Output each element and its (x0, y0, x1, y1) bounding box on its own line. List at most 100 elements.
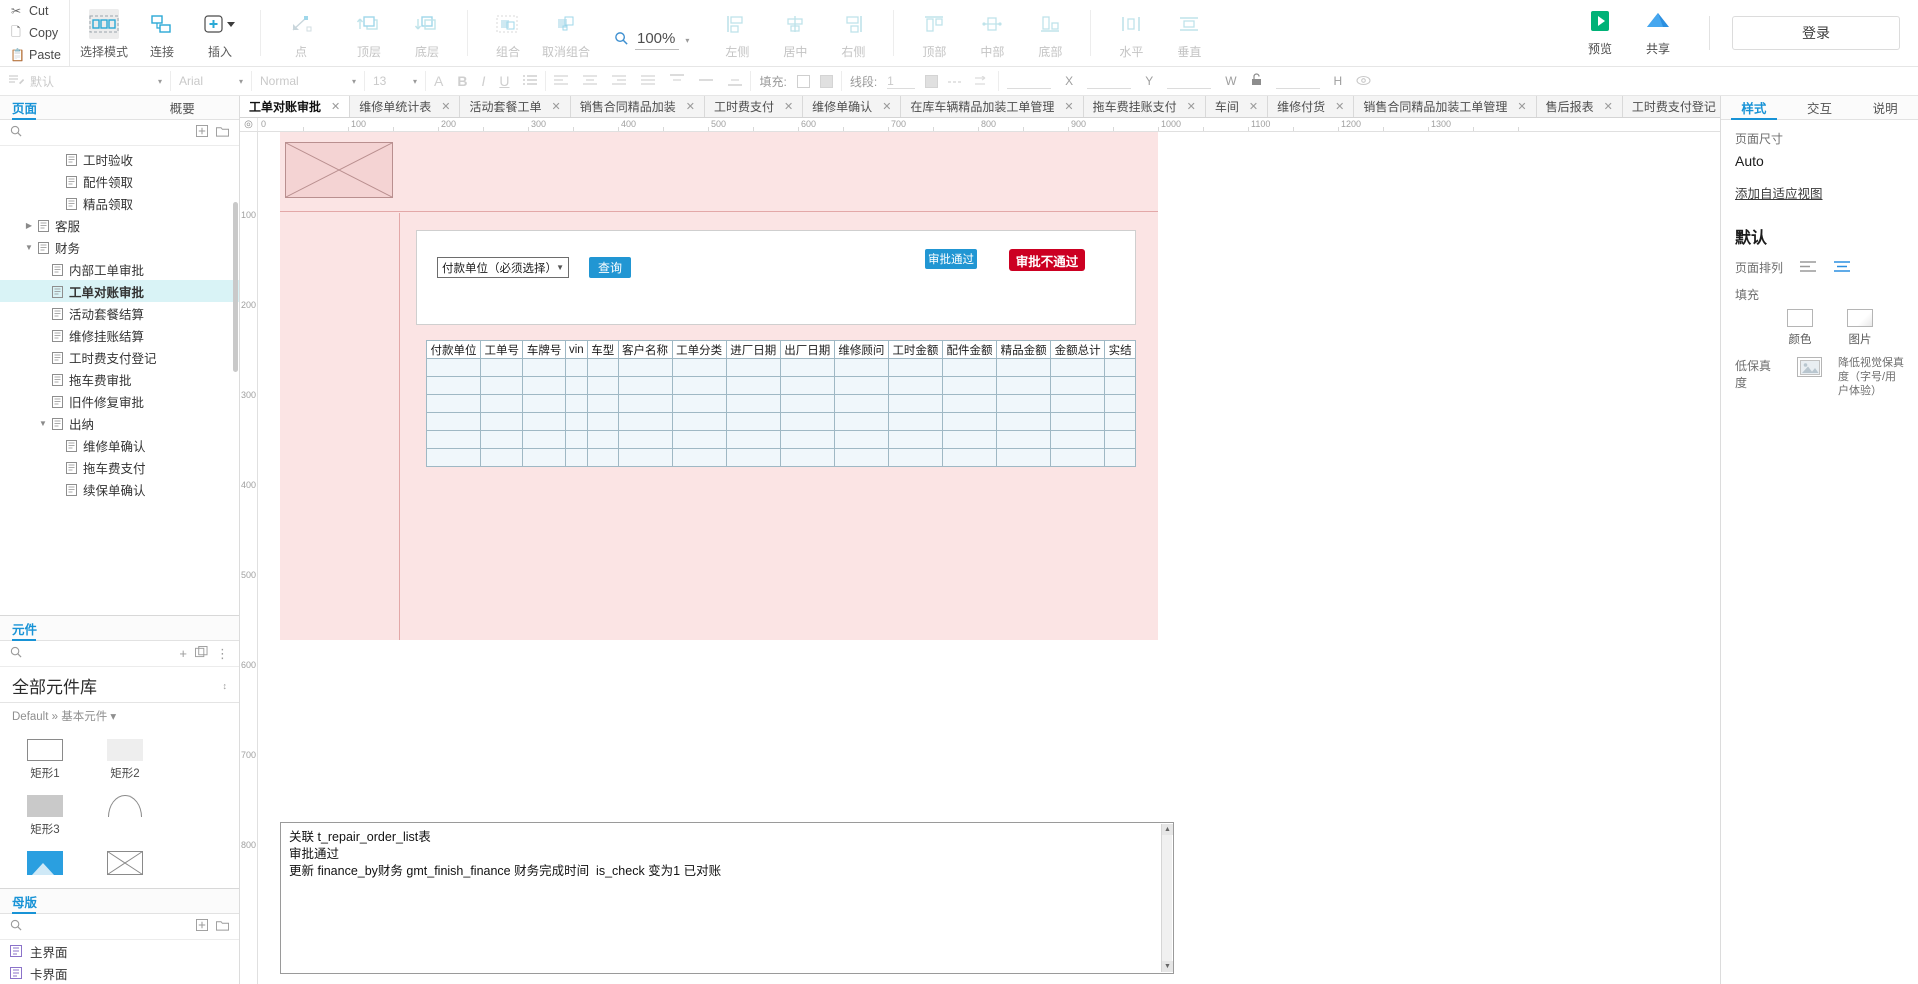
table-cell[interactable] (617, 448, 673, 467)
close-icon[interactable]: ✕ (1249, 100, 1258, 113)
document-tab-7[interactable]: 拖车费挂账支付 ✕ (1083, 96, 1206, 117)
table-cell[interactable] (833, 448, 889, 467)
insert-button[interactable]: 插入 (192, 6, 248, 60)
document-tab-5[interactable]: 维修单确认 ✕ (803, 96, 902, 117)
table-cell[interactable] (941, 448, 998, 467)
document-tab-9[interactable]: 维修付货 ✕ (1268, 96, 1355, 117)
tree-item-12[interactable]: ▼ 出纳 (0, 412, 239, 434)
table-row[interactable] (425, 448, 1136, 467)
table-cell[interactable] (833, 394, 889, 413)
table-cell[interactable] (617, 430, 673, 449)
add-adaptive-view-link[interactable]: 添加自适应视图 (1735, 183, 1904, 202)
widget-image[interactable] (6, 845, 84, 884)
table-cell[interactable] (1104, 412, 1136, 431)
cut-button[interactable]: ✂ Cut (10, 1, 69, 21)
table-cell[interactable] (425, 430, 482, 449)
table-cell[interactable] (522, 394, 566, 413)
table-cell[interactable] (1104, 430, 1136, 449)
table-cell[interactable] (671, 376, 727, 395)
twisty-collapsed-icon[interactable]: ▶ (22, 221, 36, 230)
table-cell[interactable] (725, 430, 781, 449)
paste-button[interactable]: 📋 Paste (10, 45, 69, 65)
table-cell[interactable] (480, 448, 524, 467)
document-tab-3[interactable]: 销售合同精品加装 ✕ (570, 96, 705, 117)
tree-item-8[interactable]: 维修挂账结算 (0, 324, 239, 346)
widget-library-title[interactable]: 全部元件库 ↕ (0, 667, 239, 703)
tree-scrollbar[interactable] (233, 202, 238, 372)
table-cell[interactable] (1050, 430, 1106, 449)
document-tab-6[interactable]: 在库车辆精品加装工单管理 ✕ (901, 96, 1084, 117)
close-icon[interactable]: ✕ (1064, 100, 1073, 113)
font-size-selector[interactable]: 13 ▾ (365, 67, 425, 95)
widget-arc[interactable] (86, 789, 164, 843)
tree-item-6[interactable]: 工单对账审批 (0, 280, 239, 302)
table-cell[interactable] (425, 358, 482, 377)
text-align-center-icon[interactable] (583, 74, 598, 89)
more-options-icon[interactable]: ⋮ (216, 646, 229, 662)
add-page-icon[interactable] (196, 125, 208, 140)
notes-scrollbar[interactable]: ▲ ▼ (1161, 824, 1173, 972)
bold-icon[interactable]: B (457, 73, 467, 89)
close-icon[interactable]: ✕ (441, 100, 450, 113)
image-icon[interactable] (1797, 357, 1822, 377)
table-cell[interactable] (671, 358, 727, 377)
table-cell[interactable] (1104, 394, 1136, 413)
table-cell[interactable] (1050, 394, 1106, 413)
font-family-selector[interactable]: Arial ▾ (171, 67, 251, 95)
table-cell[interactable] (941, 412, 998, 431)
distribute-horizontal-button[interactable]: 水平 (1103, 6, 1159, 60)
design-canvas[interactable]: 付款单位（必须选择） ▼ 查询 审批通过 审批不通过 付款单位 工单号 车牌号 vin… (258, 132, 1720, 984)
table-cell[interactable] (480, 412, 524, 431)
text-align-justify-icon[interactable] (641, 74, 656, 89)
scroll-up-icon[interactable]: ▲ (1162, 824, 1173, 835)
align-left-button[interactable]: 左侧 (709, 6, 765, 60)
table-cell[interactable] (480, 376, 524, 395)
tree-item-3[interactable]: ▶ 客服 (0, 214, 239, 236)
table-cell[interactable] (522, 448, 566, 467)
pages-tree[interactable]: 工时验收 配件领取 精品领取 ▶ 客服 ▼ 财务 内部工单审批 工单对账审批 活动套餐结算 维修挂账… (0, 146, 239, 615)
tree-item-9[interactable]: 工时费支付登记 (0, 346, 239, 368)
widget-placeholder[interactable] (86, 845, 164, 884)
table-cell[interactable] (617, 358, 673, 377)
tree-item-0[interactable]: 工时验收 (0, 148, 239, 170)
table-cell[interactable] (1050, 448, 1106, 467)
twisty-expanded-icon[interactable]: ▼ (36, 419, 50, 428)
table-row[interactable] (425, 430, 1136, 449)
table-row[interactable] (425, 412, 1136, 431)
vertical-align-top-icon[interactable] (670, 73, 685, 89)
table-cell[interactable] (833, 412, 889, 431)
document-tab-8[interactable]: 车间 ✕ (1205, 96, 1269, 117)
table-cell[interactable] (564, 376, 588, 395)
tree-item-4[interactable]: ▼ 财务 (0, 236, 239, 258)
table-cell[interactable] (480, 394, 524, 413)
table-cell[interactable] (617, 394, 673, 413)
master-item[interactable]: 主界面 (0, 940, 239, 962)
table-cell[interactable] (725, 376, 781, 395)
document-tab-10[interactable]: 销售合同精品加装工单管理 ✕ (1354, 96, 1537, 117)
tab-interactions[interactable]: 交互 (1787, 96, 1853, 119)
document-tab-4[interactable]: 工时费支付 ✕ (704, 96, 804, 117)
align-top-button[interactable]: 顶部 (906, 6, 962, 60)
table-cell[interactable] (617, 412, 673, 431)
search-icon[interactable] (10, 646, 22, 661)
table-cell[interactable] (617, 376, 673, 395)
preview-button[interactable]: 预览 (1571, 10, 1629, 57)
align-bottom-button[interactable]: 底部 (1022, 6, 1078, 60)
table-cell[interactable] (1050, 376, 1106, 395)
table-cell[interactable] (480, 430, 524, 449)
widget-breadcrumb[interactable]: Default » 基本元件 ▾ (0, 703, 239, 729)
document-tab-2[interactable]: 活动套餐工单 ✕ (460, 96, 571, 117)
vertical-align-middle-icon[interactable] (699, 74, 714, 89)
arrow-style-icon[interactable] (974, 74, 990, 89)
master-item[interactable]: 卡界面 (0, 962, 239, 984)
close-icon[interactable]: ✕ (1187, 100, 1196, 113)
line-color-swatch[interactable] (925, 74, 939, 88)
search-icon[interactable] (10, 125, 22, 140)
table-cell[interactable] (725, 448, 781, 467)
table-cell[interactable] (779, 430, 835, 449)
table-cell[interactable] (887, 358, 943, 377)
table-cell[interactable] (941, 394, 998, 413)
search-icon[interactable] (10, 919, 22, 934)
copy-button[interactable]: 🗋 Copy (10, 23, 69, 43)
widget-rect3[interactable]: 矩形3 (6, 789, 84, 843)
